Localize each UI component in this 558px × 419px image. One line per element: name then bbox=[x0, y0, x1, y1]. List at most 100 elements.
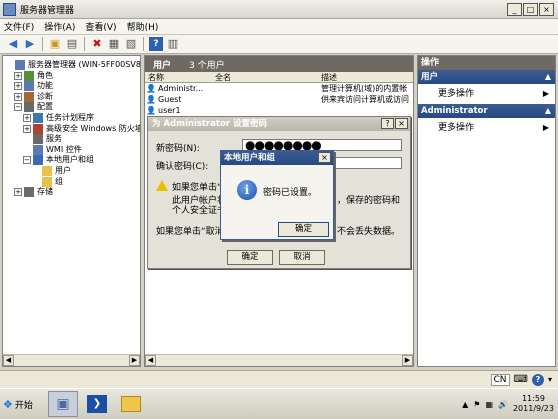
keyboard-icon[interactable]: ⌨ bbox=[514, 374, 528, 385]
user-name: Guest bbox=[158, 95, 182, 104]
tree-horizontal-scrollbar[interactable]: ◀ ▶ bbox=[3, 354, 140, 366]
list-horizontal-scrollbar[interactable]: ◀ ▶ bbox=[145, 354, 413, 366]
user-icon: 👤 bbox=[146, 106, 156, 115]
scroll-left-icon[interactable]: ◀ bbox=[3, 355, 14, 366]
actions-pane: 操作 用户 ▲ 更多操作 ▶ Administrator ▲ 更多操作 ▶ bbox=[417, 55, 556, 367]
system-tray: ▲ ⚑ ▦ 🔊 11:59 2011/9/23 bbox=[462, 391, 554, 417]
clock-date: 2011/9/23 bbox=[512, 404, 554, 413]
table-row[interactable]: 👤 Administr... 管理计算机(域)的内置帐 bbox=[145, 83, 413, 94]
start-button[interactable]: ❖ 开始 bbox=[0, 391, 44, 417]
menu-file[interactable]: 文件(F) bbox=[4, 20, 34, 33]
windows-logo-icon: ❖ bbox=[3, 397, 13, 411]
collapse-up-icon[interactable]: ▲ bbox=[545, 104, 551, 118]
expand-icon[interactable]: + bbox=[14, 188, 22, 197]
tree-item-label: 组 bbox=[55, 176, 63, 186]
warning-text-right: ，保存的密码和 bbox=[337, 196, 401, 206]
collapse-up-icon[interactable]: ▲ bbox=[545, 70, 551, 84]
taskbar-server-manager[interactable]: ▣ bbox=[48, 391, 78, 417]
taskbar-explorer[interactable] bbox=[116, 391, 146, 417]
submenu-arrow-icon: ▶ bbox=[542, 123, 549, 132]
tree-item[interactable]: + 存储 bbox=[14, 186, 53, 198]
delete-icon[interactable]: ✖ bbox=[90, 37, 104, 51]
forward-arrow-icon[interactable]: ▶ bbox=[23, 37, 37, 51]
password-ok-button[interactable]: 确定 bbox=[227, 250, 273, 265]
network-icon[interactable]: ▦ bbox=[485, 400, 493, 409]
show-action-pane-icon[interactable]: ▥ bbox=[166, 37, 180, 51]
user-icon: 👤 bbox=[146, 95, 156, 104]
flag-icon[interactable]: ⚑ bbox=[473, 400, 480, 409]
expand-icon[interactable]: + bbox=[14, 71, 22, 80]
list-header-count: 3 个用户 bbox=[189, 60, 225, 71]
cancel-note-left: 如果您单击“取消 bbox=[156, 227, 224, 237]
user-description: 供来宾访问计算机或访问 bbox=[321, 95, 409, 104]
taskbar-powershell[interactable]: ❯ bbox=[82, 391, 112, 417]
user-name: user1 bbox=[158, 106, 181, 115]
server-manager-icon: ▣ bbox=[56, 396, 70, 412]
roles-icon bbox=[24, 70, 34, 81]
actions-group-title: 用户 bbox=[421, 72, 439, 82]
show-hidden-icons-icon[interactable]: ▲ bbox=[462, 400, 468, 409]
password-cancel-button[interactable]: 取消 bbox=[279, 250, 325, 265]
back-arrow-icon[interactable]: ◀ bbox=[6, 37, 20, 51]
menu-view[interactable]: 查看(V) bbox=[85, 20, 116, 33]
msgbox-message: 密码已设置。 bbox=[263, 188, 318, 198]
close-button[interactable]: × bbox=[539, 3, 554, 16]
more-actions-item[interactable]: 更多操作 ▶ bbox=[418, 84, 555, 104]
minimize-button[interactable]: _ bbox=[507, 3, 522, 16]
maximize-button[interactable]: □ bbox=[523, 3, 538, 16]
expand-icon[interactable]: + bbox=[23, 124, 31, 133]
show-hide-tree-icon[interactable]: ▤ bbox=[65, 37, 79, 51]
expand-icon[interactable]: + bbox=[23, 114, 31, 122]
msgbox-titlebar: 本地用户和组 × bbox=[221, 151, 333, 165]
actions-group-users[interactable]: 用户 ▲ bbox=[418, 70, 555, 84]
scroll-left-icon[interactable]: ◀ bbox=[145, 355, 156, 366]
clock[interactable]: 11:59 2011/9/23 bbox=[513, 394, 554, 414]
expand-icon[interactable]: + bbox=[14, 82, 22, 91]
local-users-message-box: 本地用户和组 × i 密码已设置。 确定 bbox=[220, 150, 334, 240]
diagnostics-icon bbox=[24, 91, 34, 102]
cancel-note-right: 不会丢失数据。 bbox=[337, 227, 401, 237]
services-icon bbox=[33, 134, 43, 145]
window-controls: _ □ × bbox=[507, 3, 554, 16]
column-header-description[interactable]: 描述 bbox=[321, 72, 337, 83]
up-folder-icon[interactable]: ▣ bbox=[48, 37, 62, 51]
menu-help[interactable]: 帮助(H) bbox=[127, 20, 159, 33]
console-tree: 服务器管理器 (WIN-5FF00SV8QI + 角色 + 功能 + 诊断 − 配置 + 任务计划程… bbox=[2, 55, 141, 367]
column-header-name[interactable]: 名称 bbox=[148, 72, 164, 83]
msgbox-close-button[interactable]: × bbox=[318, 152, 331, 163]
table-row[interactable]: 👤 user1 bbox=[145, 105, 413, 116]
wmi-icon bbox=[33, 144, 43, 155]
options-icon[interactable]: ▾ bbox=[548, 375, 552, 384]
table-row[interactable]: 👤 Guest 供来宾访问计算机或访问 bbox=[145, 94, 413, 105]
more-actions-item[interactable]: 更多操作 ▶ bbox=[418, 118, 555, 138]
collapse-icon[interactable]: − bbox=[23, 156, 31, 165]
taskbar: ❖ 开始 ▣ ❯ ▲ ⚑ ▦ 🔊 11:59 2011/9/23 bbox=[0, 388, 558, 419]
clock-icon bbox=[33, 113, 43, 123]
scroll-right-icon[interactable]: ▶ bbox=[129, 355, 140, 366]
export-list-icon[interactable]: ▧ bbox=[124, 37, 138, 51]
help-circle-icon[interactable]: ? bbox=[531, 373, 544, 386]
language-indicator[interactable]: CN bbox=[490, 373, 510, 386]
help-icon[interactable]: ? bbox=[149, 37, 163, 51]
information-icon: i bbox=[237, 180, 257, 200]
expand-icon[interactable]: + bbox=[14, 92, 22, 101]
menu-bar: 文件(F) 操作(A) 查看(V) 帮助(H) bbox=[0, 19, 558, 35]
user-description: 管理计算机(域)的内置帐 bbox=[321, 84, 408, 93]
properties-icon[interactable]: ▦ bbox=[107, 37, 121, 51]
collapse-icon[interactable]: − bbox=[14, 103, 22, 112]
user-name: Administr... bbox=[158, 84, 204, 93]
dialog-close-button[interactable]: × bbox=[395, 118, 408, 129]
menu-action[interactable]: 操作(A) bbox=[44, 20, 75, 33]
toolbar: ◀ ▶ ▣ ▤ ✖ ▦ ▧ ? ▥ bbox=[0, 35, 558, 54]
window-titlebar: 服务器管理器 bbox=[0, 0, 558, 19]
scroll-right-icon[interactable]: ▶ bbox=[402, 355, 413, 366]
volume-icon[interactable]: 🔊 bbox=[498, 400, 508, 409]
column-header-fullname[interactable]: 全名 bbox=[215, 72, 231, 83]
actions-group-administrator[interactable]: Administrator ▲ bbox=[418, 104, 555, 118]
clock-time: 11:59 bbox=[521, 394, 546, 403]
dialog-help-button[interactable]: ? bbox=[381, 118, 394, 129]
msgbox-ok-button[interactable]: 确定 bbox=[278, 222, 329, 237]
